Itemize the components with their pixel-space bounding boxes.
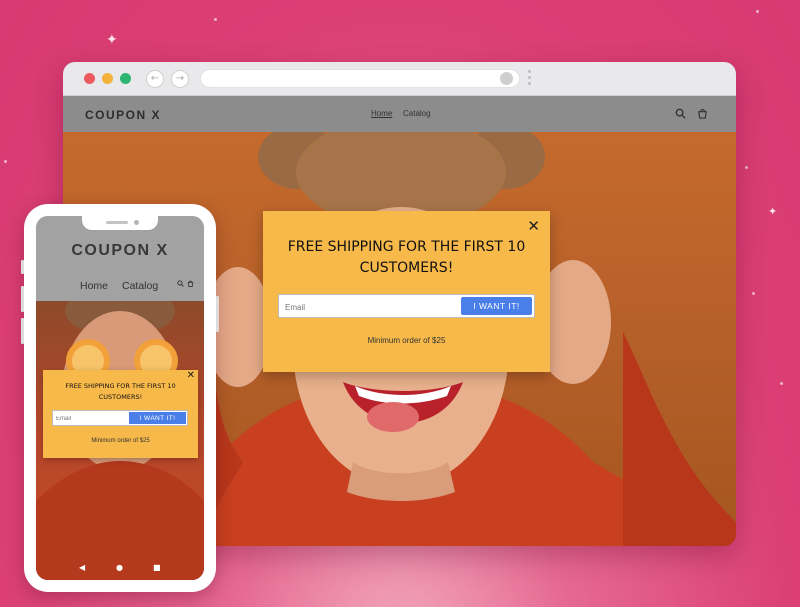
- nav-link-home[interactable]: Home: [371, 109, 392, 118]
- sparkle-dot: [4, 160, 7, 163]
- mobile-i-want-it-button[interactable]: I WANT IT!: [129, 412, 186, 424]
- phone-side-button: [21, 286, 24, 312]
- coupon-popup: ✕ FREE SHIPPING FOR THE FIRST 10 CUSTOME…: [263, 211, 550, 372]
- sparkle-icon: ✦: [106, 32, 118, 48]
- android-recent-apps-button[interactable]: ■: [153, 564, 161, 572]
- android-back-button[interactable]: ◀: [79, 564, 85, 572]
- forward-arrow-icon[interactable]: →: [171, 70, 189, 88]
- minimum-order-note: Minimum order of $25: [367, 336, 446, 345]
- address-bar[interactable]: [200, 69, 520, 88]
- sparkle-dot: [752, 292, 755, 295]
- minimize-window-button[interactable]: [102, 73, 113, 84]
- kebab-menu-icon[interactable]: [528, 70, 531, 88]
- mobile-popup-title: FREE SHIPPING FOR THE FIRST 10 CUSTOMERS…: [65, 382, 176, 401]
- sparkle-dot: [780, 382, 783, 385]
- search-icon[interactable]: [177, 280, 184, 287]
- close-icon[interactable]: ✕: [187, 370, 195, 381]
- mobile-email-field-wrapper: I WANT IT!: [52, 410, 188, 427]
- sparkle-dot: [756, 10, 759, 13]
- email-field-wrapper: I WANT IT!: [278, 294, 535, 319]
- sparkle-icon: ✦: [768, 205, 778, 218]
- mobile-phone-frame: COUPON X Home Catalog ◀ ● ■ ✕ FREE SHIPP…: [21, 204, 219, 592]
- cart-icon[interactable]: [187, 280, 194, 287]
- magnifier-icon[interactable]: [500, 72, 513, 85]
- mobile-coupon-popup: ✕ FREE SHIPPING FOR THE FIRST 10 CUSTOME…: [43, 370, 198, 458]
- email-input[interactable]: [279, 295, 462, 319]
- i-want-it-button[interactable]: I WANT IT!: [461, 297, 532, 315]
- sparkle-dot: [745, 166, 748, 169]
- site-logo[interactable]: COUPON X: [85, 108, 161, 122]
- site-header: COUPON X Home Catalog: [63, 96, 736, 132]
- android-nav-bar: ◀ ● ■: [36, 558, 204, 580]
- browser-toolbar: ← →: [63, 62, 736, 96]
- close-window-button[interactable]: [84, 73, 95, 84]
- phone-side-button: [21, 260, 24, 274]
- cart-icon[interactable]: [697, 108, 708, 119]
- sparkle-dot: [214, 18, 217, 21]
- back-arrow-icon[interactable]: ←: [146, 70, 164, 88]
- search-icon[interactable]: [675, 108, 686, 119]
- mobile-site-logo[interactable]: COUPON X: [36, 242, 204, 260]
- mobile-screen: COUPON X Home Catalog ◀ ● ■ ✕ FREE SHIPP…: [36, 216, 204, 580]
- android-home-button[interactable]: ●: [116, 564, 123, 572]
- popup-title: FREE SHIPPING FOR THE FIRST 10 CUSTOMERS…: [287, 239, 526, 276]
- mobile-email-input[interactable]: [53, 411, 133, 427]
- phone-side-button: [216, 296, 219, 332]
- mobile-minimum-order-note: Minimum order of $25: [91, 438, 150, 444]
- nav-link-catalog[interactable]: Catalog: [403, 109, 431, 118]
- mobile-nav-link-home[interactable]: Home: [80, 280, 108, 292]
- mobile-nav-link-catalog[interactable]: Catalog: [122, 280, 158, 292]
- maximize-window-button[interactable]: [120, 73, 131, 84]
- phone-notch: [82, 216, 158, 230]
- close-icon[interactable]: ✕: [527, 217, 540, 235]
- phone-side-button: [21, 318, 24, 344]
